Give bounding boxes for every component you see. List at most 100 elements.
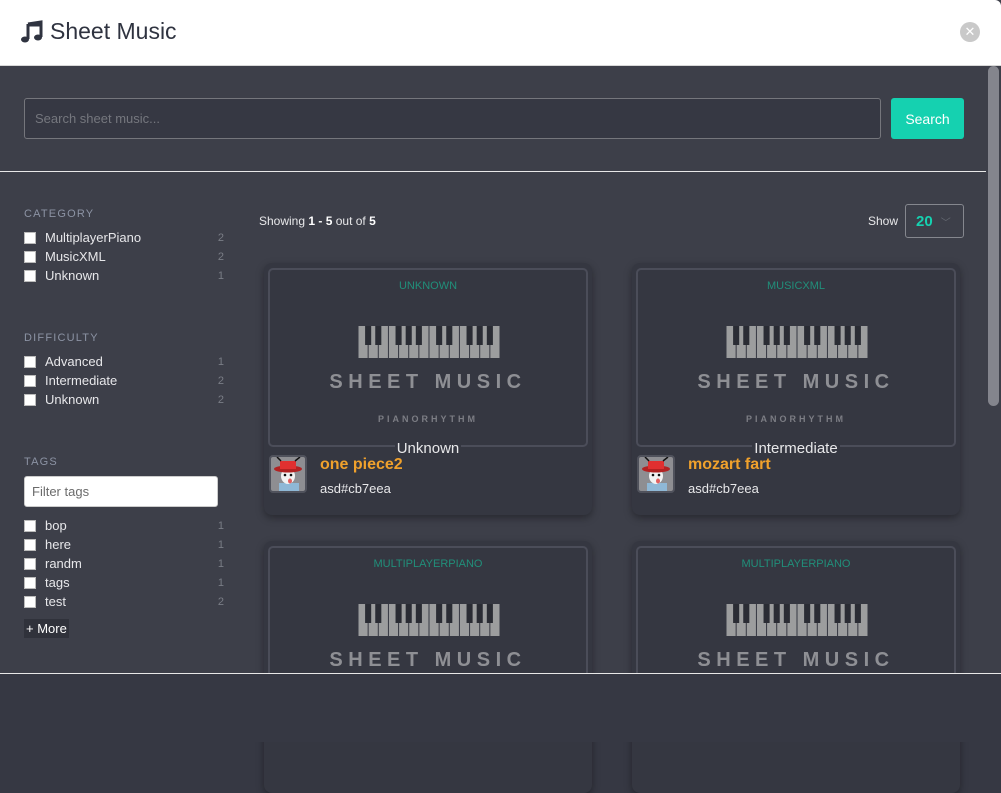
- filter-count: 2: [217, 374, 224, 387]
- search-input[interactable]: [24, 98, 881, 139]
- filter-checkbox[interactable]: [24, 538, 36, 551]
- filter-checkbox[interactable]: [24, 250, 36, 263]
- filter-item[interactable]: MultiplayerPiano 2: [24, 228, 224, 247]
- filter-checkbox[interactable]: [24, 355, 36, 368]
- filter-label: MultiplayerPiano: [45, 230, 142, 245]
- card-category: MULTIPLAYERPIANO: [373, 558, 483, 570]
- filter-label: Intermediate: [45, 373, 118, 388]
- results-range: 1 - 5: [308, 214, 333, 228]
- piano-keys-icon: [726, 604, 868, 636]
- filter-item[interactable]: bop 1: [24, 516, 224, 535]
- category-title: CATEGORY: [24, 208, 95, 220]
- piano-keys-icon: [726, 604, 868, 641]
- filter-label: Unknown: [45, 392, 100, 407]
- piano-keys-icon: [358, 326, 500, 358]
- filter-count: 2: [217, 250, 224, 263]
- filter-checkbox[interactable]: [24, 269, 36, 282]
- piano-keys-icon: [358, 604, 500, 636]
- card-difficulty-label: Unknown: [394, 440, 462, 457]
- filter-count: 1: [217, 557, 224, 570]
- filter-count: 1: [217, 355, 224, 368]
- filter-item[interactable]: tags 1: [24, 573, 224, 592]
- filter-label: Advanced: [45, 354, 103, 369]
- filter-item[interactable]: Unknown 2: [24, 390, 224, 409]
- filter-checkbox[interactable]: [24, 595, 36, 608]
- scrollbar-thumb[interactable]: [988, 66, 999, 406]
- piano-keys-icon: [726, 326, 868, 358]
- filter-item[interactable]: test 2: [24, 592, 224, 611]
- card-title[interactable]: one piece2: [320, 456, 403, 474]
- card-difficulty: Unknown: [270, 440, 586, 458]
- card-thumbnail[interactable]: UNKNOWN SHEET MUSIC PIANORHYTHM Unknown: [268, 268, 588, 457]
- filter-count: 2: [217, 595, 224, 608]
- sheet-music-modal: Sheet Music ✕ Search CATEGORY Multiplaye…: [0, 0, 1001, 793]
- card-logo-text: SHEET MUSIC: [329, 649, 527, 671]
- filter-label: test: [45, 594, 66, 609]
- difficulty-title: DIFFICULTY: [24, 332, 99, 344]
- filter-item[interactable]: Advanced 1: [24, 352, 224, 371]
- filter-item[interactable]: randm 1: [24, 554, 224, 573]
- sheet-music-card[interactable]: MULTIPLAYERPIANOSHEET MUSICPIANORHYTHM: [632, 541, 960, 793]
- sheet-music-card[interactable]: MULTIPLAYERPIANOSHEET MUSICPIANORHYTHM: [264, 541, 592, 793]
- card-difficulty-label: Intermediate: [752, 440, 840, 457]
- music-note-icon: [21, 19, 43, 42]
- avatar[interactable]: [269, 455, 307, 493]
- card-title[interactable]: mozart fart: [688, 456, 771, 474]
- sheet-music-card[interactable]: MUSICXML SHEET MUSIC PIANORHYTHM Intermedia…: [632, 263, 960, 515]
- page-size-select[interactable]: 20 ﹀: [905, 204, 964, 238]
- card-logo-text: SHEET MUSIC: [329, 371, 527, 393]
- card-logo-subtitle: PIANORHYTHM: [378, 414, 478, 424]
- card-logo-text: SHEET MUSIC: [697, 649, 895, 671]
- card-difficulty: Intermediate: [638, 440, 954, 458]
- card-author: asd#cb7eea: [688, 481, 759, 496]
- filter-count: 1: [217, 538, 224, 551]
- piano-keys-icon: [358, 604, 500, 641]
- card-category: UNKNOWN: [398, 280, 458, 292]
- showing-prefix: Showing: [259, 214, 306, 228]
- filter-item[interactable]: MusicXML 2: [24, 247, 224, 266]
- filter-label: tags: [45, 575, 70, 590]
- results-summary: Showing 1 - 5 out of 5: [259, 214, 376, 228]
- avatar[interactable]: [637, 455, 675, 493]
- filter-label: randm: [45, 556, 82, 571]
- filter-item[interactable]: Intermediate 2: [24, 371, 224, 390]
- out-of-label: out of: [335, 214, 366, 228]
- search-button[interactable]: Search: [891, 98, 964, 139]
- search-bar: Search: [0, 66, 986, 172]
- piano-keys-icon: [726, 326, 868, 363]
- card-category: MUSICXML: [766, 280, 826, 292]
- filter-item[interactable]: here 1: [24, 535, 224, 554]
- results-total: 5: [369, 214, 376, 228]
- filter-label: MusicXML: [45, 249, 106, 264]
- filter-count: 1: [217, 519, 224, 532]
- filter-tags-input[interactable]: [24, 476, 218, 507]
- difficulty-section: DIFFICULTY Advanced 1 Intermediate 2 Unknown…: [24, 332, 224, 409]
- close-icon[interactable]: ✕: [960, 22, 980, 42]
- tags-title: TAGS: [24, 456, 58, 468]
- filter-checkbox[interactable]: [24, 231, 36, 244]
- filter-checkbox[interactable]: [24, 519, 36, 532]
- modal-title: Sheet Music: [20, 18, 177, 45]
- filter-checkbox[interactable]: [24, 557, 36, 570]
- filter-checkbox[interactable]: [24, 374, 36, 387]
- modal-header: Sheet Music ✕: [0, 0, 1001, 66]
- sheet-music-card[interactable]: UNKNOWN SHEET MUSIC PIANORHYTHM Unknown one …: [264, 263, 592, 515]
- filter-count: 2: [217, 393, 224, 406]
- filter-count: 1: [217, 269, 224, 282]
- card-category: MULTIPLAYERPIANO: [741, 558, 851, 570]
- modal-footer: [0, 673, 1001, 742]
- filter-item[interactable]: Unknown 1: [24, 266, 224, 285]
- piano-keys-icon: [358, 326, 500, 363]
- page-size-value: 20: [916, 212, 933, 230]
- card-thumbnail[interactable]: MUSICXML SHEET MUSIC PIANORHYTHM Intermedia…: [636, 268, 956, 457]
- card-logo-subtitle: PIANORHYTHM: [746, 414, 846, 424]
- card-author: asd#cb7eea: [320, 481, 391, 496]
- more-tags-link[interactable]: + More: [24, 619, 69, 638]
- filter-checkbox[interactable]: [24, 576, 36, 589]
- filter-count: 1: [217, 576, 224, 589]
- modal-title-text: Sheet Music: [50, 18, 177, 44]
- filter-checkbox[interactable]: [24, 393, 36, 406]
- filter-label: Unknown: [45, 268, 100, 283]
- category-section: CATEGORY MultiplayerPiano 2 MusicXML 2 Unkno…: [24, 208, 224, 285]
- chevron-down-icon: ﹀: [940, 217, 951, 229]
